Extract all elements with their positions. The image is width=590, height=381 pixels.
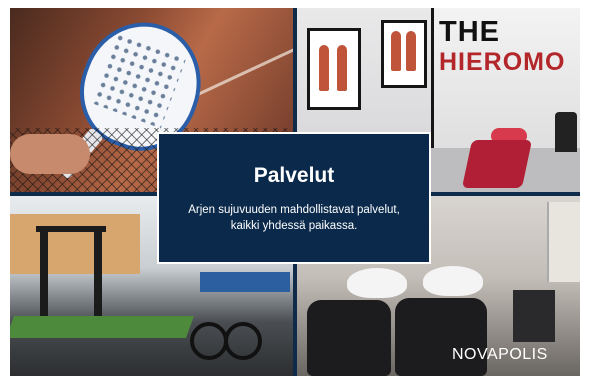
sign-text-hieromo: HIEROMO <box>439 48 566 76</box>
squat-rack <box>40 226 48 316</box>
card-description-line: kaikki yhdessä paikassa. <box>230 220 358 232</box>
card-description-line: Arjen sujuvuuden mahdollistavat palvelut… <box>188 204 400 216</box>
rack-bar <box>36 226 106 232</box>
turf-strip <box>10 316 195 338</box>
anatomy-poster <box>381 20 427 88</box>
brand-logo: NOVAPOLIS <box>452 346 548 363</box>
cabinet <box>513 290 555 342</box>
wood-wall <box>10 214 140 274</box>
card-title: Palvelut <box>253 164 335 187</box>
player-arm <box>10 134 90 174</box>
salon-chair <box>307 300 391 376</box>
squat-rack <box>94 226 102 316</box>
card-description: Arjen sujuvuuden mahdollistavat palvelut… <box>169 202 419 234</box>
sign-text-the: THE <box>439 16 500 48</box>
salon-chair <box>395 298 487 376</box>
massage-bench <box>461 140 533 188</box>
wash-basin <box>423 266 483 296</box>
product-shelf <box>547 202 580 282</box>
exercise-bike <box>190 286 262 360</box>
stool <box>555 112 577 152</box>
anatomy-poster <box>307 28 361 110</box>
wash-basin <box>347 268 407 298</box>
services-card: Palvelut Arjen sujuvuuden mahdollistavat… <box>157 132 431 264</box>
